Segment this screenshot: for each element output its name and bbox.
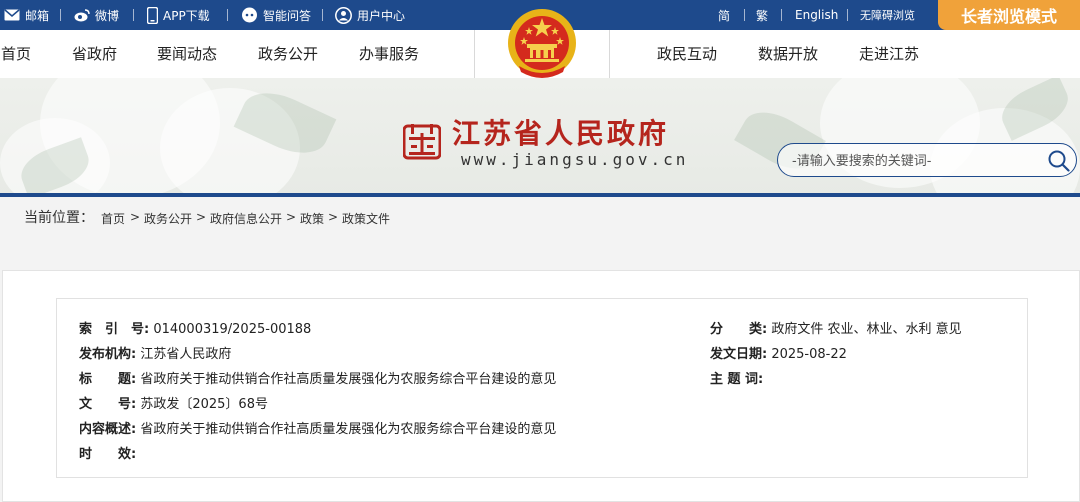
nav-home[interactable]: 首页: [1, 30, 31, 78]
search-input[interactable]: [792, 150, 1042, 172]
smart-qa-label: 智能问答: [263, 8, 312, 23]
site-name: 江苏省人民政府: [452, 117, 670, 150]
phone-icon: [147, 6, 158, 24]
subject-words-row: 主 题 词:: [710, 368, 767, 387]
breadcrumb-item-policy[interactable]: 政策: [300, 210, 324, 227]
divider: [322, 9, 323, 21]
accessibility-link[interactable]: 无障碍浏览: [860, 0, 915, 30]
summary-row: 内容概述: 省政府关于推动供销合作社高质量发展强化为农服务综合平台建设的意见: [79, 418, 556, 437]
traditional-chinese-link[interactable]: 繁: [756, 0, 768, 30]
nav-interaction[interactable]: 政民互动: [657, 30, 717, 78]
jiangsu-logo-icon: [403, 124, 441, 160]
smart-qa-link[interactable]: 智能问答: [241, 0, 311, 30]
chat-bot-icon: [242, 7, 257, 23]
app-download-label: APP下载: [163, 8, 210, 23]
breadcrumb-item-policy-docs[interactable]: 政策文件: [342, 210, 390, 227]
breadcrumb-separator: >: [196, 210, 207, 224]
english-label: English: [795, 8, 839, 22]
index-number-label: 索 引 号:: [79, 322, 150, 337]
category-label: 分 类:: [710, 322, 768, 337]
issue-date-value: 2025-08-22: [771, 347, 847, 362]
publisher-label: 发布机构:: [79, 347, 137, 362]
title-value: 省政府关于推动供销合作社高质量发展强化为农服务综合平台建设的意见: [140, 372, 557, 387]
index-number-row: 索 引 号: 014000319/2025-00188: [79, 318, 311, 337]
issue-date-label: 发文日期:: [710, 347, 768, 362]
simplified-label: 简: [718, 8, 731, 23]
subject-words-label: 主 题 词:: [710, 372, 764, 387]
user-center-label: 用户中心: [357, 8, 406, 23]
breadcrumb-separator: >: [130, 210, 141, 224]
title-label: 标 题:: [79, 372, 137, 387]
issue-date-row: 发文日期: 2025-08-22: [710, 343, 847, 362]
search-icon[interactable]: [1048, 150, 1070, 172]
traditional-label: 繁: [756, 8, 769, 23]
user-icon: [335, 6, 352, 24]
search-box: [777, 143, 1077, 177]
validity-row: 时 效:: [79, 443, 140, 462]
summary-value: 省政府关于推动供销合作社高质量发展强化为农服务综合平台建设的意见: [140, 422, 557, 437]
accessibility-label: 无障碍浏览: [860, 9, 915, 22]
breadcrumb-item-gov-info[interactable]: 政府信息公开: [210, 210, 282, 227]
national-emblem-icon: [508, 9, 576, 78]
document-number-value: 苏政发〔2025〕68号: [140, 397, 268, 412]
divider: [781, 9, 782, 21]
breadcrumb: 当前位置： 首页 > 政务公开 > 政府信息公开 > 政策 > 政策文件: [0, 197, 1080, 235]
weibo-label: 微博: [95, 8, 120, 23]
user-center-link[interactable]: 用户中心: [335, 0, 405, 30]
english-link[interactable]: English: [795, 0, 838, 30]
breadcrumb-item-home[interactable]: 首页: [101, 210, 125, 227]
category-value: 政府文件 农业、林业、水利 意见: [771, 322, 962, 337]
document-number-label: 文 号:: [79, 397, 137, 412]
mail-icon: [4, 9, 20, 21]
publisher-row: 发布机构: 江苏省人民政府: [79, 343, 231, 362]
mail-label: 邮箱: [25, 8, 50, 23]
site-url: www.jiangsu.gov.cn: [461, 150, 689, 169]
document-number-row: 文 号: 苏政发〔2025〕68号: [79, 393, 268, 412]
nav-open-gov[interactable]: 政务公开: [258, 30, 318, 78]
nav-news[interactable]: 要闻动态: [157, 30, 217, 78]
elder-mode-button[interactable]: 长者浏览模式: [938, 0, 1080, 30]
title-row: 标 题: 省政府关于推动供销合作社高质量发展强化为农服务综合平台建设的意见: [79, 368, 556, 387]
divider: [133, 9, 134, 21]
app-download-link[interactable]: APP下载: [147, 0, 210, 30]
validity-label: 时 效:: [79, 447, 137, 462]
index-number-value: 014000319/2025-00188: [153, 322, 312, 337]
divider: [227, 9, 228, 21]
nav-service[interactable]: 办事服务: [359, 30, 419, 78]
breadcrumb-item-open-gov[interactable]: 政务公开: [144, 210, 192, 227]
category-row: 分 类: 政府文件 农业、林业、水利 意见: [710, 318, 962, 337]
nav-open-data[interactable]: 数据开放: [758, 30, 818, 78]
breadcrumb-label: 当前位置：: [24, 210, 94, 226]
breadcrumb-separator: >: [286, 210, 297, 224]
summary-label: 内容概述:: [79, 422, 137, 437]
divider: [744, 9, 745, 21]
divider: [60, 9, 61, 21]
weibo-icon: [74, 9, 90, 22]
nav-about[interactable]: 走进江苏: [859, 30, 919, 78]
mail-link[interactable]: 邮箱: [4, 0, 49, 30]
weibo-link[interactable]: 微博: [74, 0, 119, 30]
nav-province-gov[interactable]: 省政府: [72, 30, 117, 78]
simplified-chinese-link[interactable]: 简: [718, 0, 730, 30]
breadcrumb-separator: >: [328, 210, 339, 224]
publisher-value: 江苏省人民政府: [140, 347, 232, 362]
divider: [847, 9, 848, 21]
